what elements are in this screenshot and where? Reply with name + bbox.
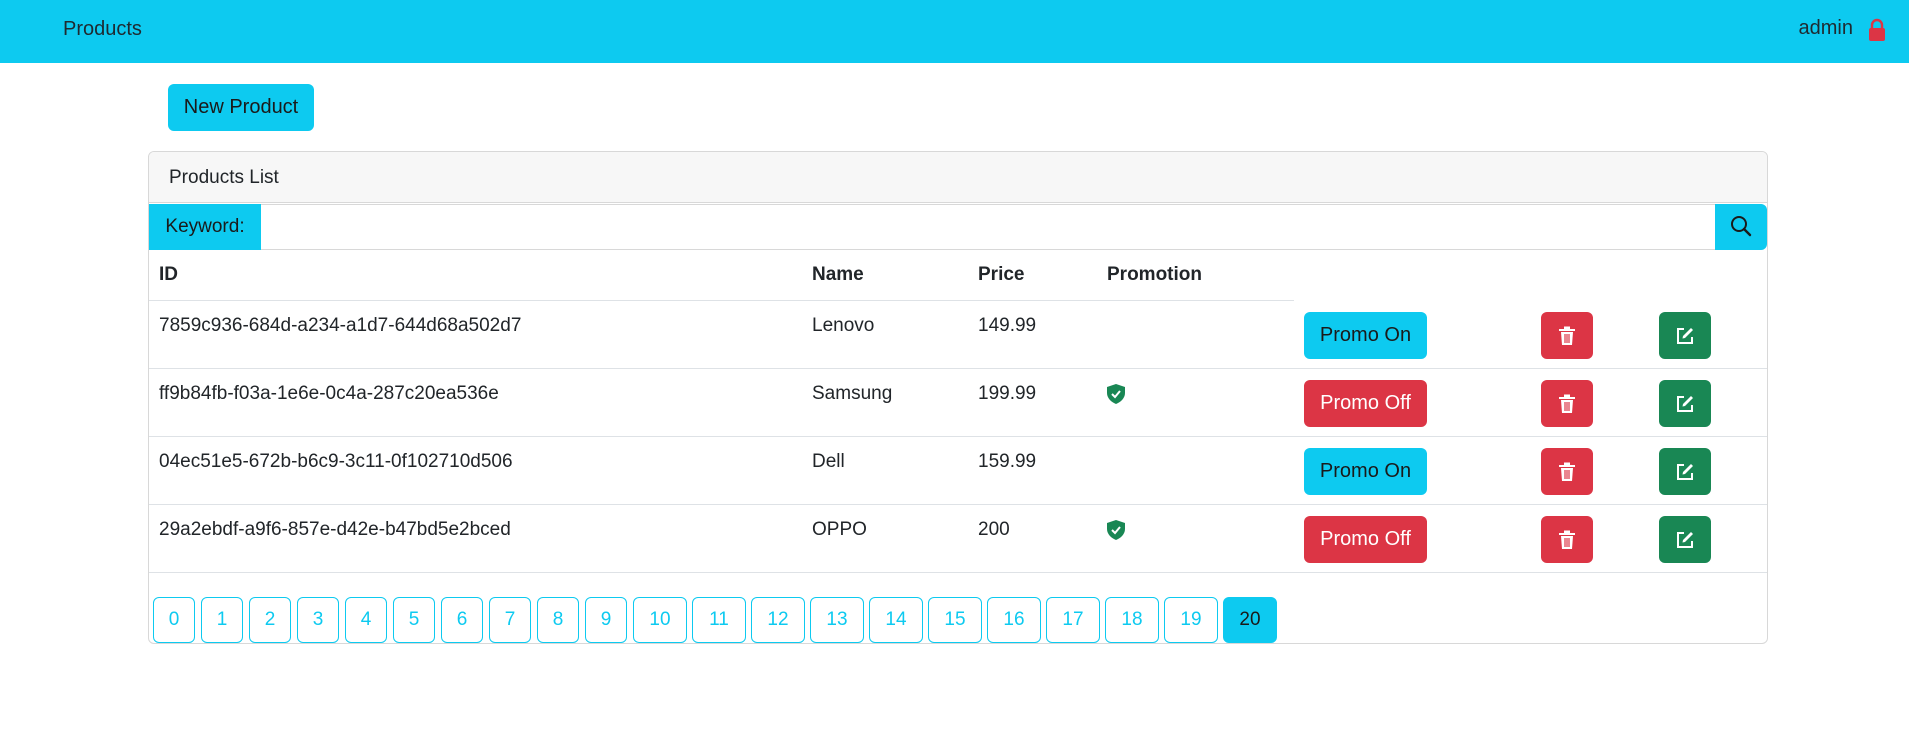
product-name: Lenovo [812, 315, 875, 336]
product-id: 29a2ebdf-a9f6-857e-d42e-b47bd5e2bced [159, 519, 511, 540]
promo-on-button[interactable]: Promo On [1304, 312, 1427, 359]
column-header-id: ID [159, 264, 178, 285]
card-title: Products List [149, 152, 1767, 203]
page-button[interactable]: 16 [987, 597, 1041, 643]
edit-icon [1677, 463, 1693, 480]
table-row: ff9b84fb-f03a-1e6e-0c4a-287c20ea536e Sam… [149, 369, 1767, 437]
delete-button[interactable] [1541, 380, 1593, 427]
edit-icon [1677, 327, 1693, 344]
edit-icon [1677, 531, 1693, 548]
page-button[interactable]: 5 [393, 597, 435, 643]
navbar-brand[interactable]: Products [63, 18, 142, 41]
trash-icon [1559, 530, 1575, 549]
product-price: 149.99 [978, 315, 1037, 336]
page-button[interactable]: 4 [345, 597, 387, 643]
top-navbar: Products admin [0, 0, 1909, 63]
product-price: 200 [978, 519, 1010, 540]
column-header-price: Price [978, 264, 1025, 285]
page-button[interactable]: 11 [692, 597, 746, 643]
page-button-current[interactable]: 20 [1223, 597, 1277, 643]
products-card: Products List Keyword: ID Name Price Pro… [148, 151, 1768, 644]
product-name: OPPO [812, 519, 867, 540]
page-button[interactable]: 12 [751, 597, 805, 643]
page-button[interactable]: 3 [297, 597, 339, 643]
table-row: 04ec51e5-672b-b6c9-3c11-0f102710d506 Del… [149, 437, 1767, 505]
column-header-name: Name [812, 264, 864, 285]
shield-check-icon [1107, 384, 1125, 404]
page-button[interactable]: 7 [489, 597, 531, 643]
username: admin [1798, 17, 1853, 39]
page-button[interactable]: 17 [1046, 597, 1100, 643]
page-button[interactable]: 9 [585, 597, 627, 643]
page-button[interactable]: 18 [1105, 597, 1159, 643]
edit-button[interactable] [1659, 312, 1711, 359]
search-button[interactable] [1715, 204, 1767, 250]
edit-button[interactable] [1659, 380, 1711, 427]
page-button[interactable]: 19 [1164, 597, 1218, 643]
delete-button[interactable] [1541, 516, 1593, 563]
page-button[interactable]: 14 [869, 597, 923, 643]
page-button[interactable]: 1 [201, 597, 243, 643]
keyword-input[interactable] [261, 204, 1716, 250]
page-button[interactable]: 2 [249, 597, 291, 643]
promo-off-button[interactable]: Promo Off [1304, 380, 1427, 427]
keyword-label: Keyword: [149, 204, 261, 250]
edit-icon [1677, 395, 1693, 412]
trash-icon [1559, 462, 1575, 481]
table-row: 29a2ebdf-a9f6-857e-d42e-b47bd5e2bced OPP… [149, 505, 1767, 573]
page-button[interactable]: 8 [537, 597, 579, 643]
table-row: 7859c936-684d-a234-a1d7-644d68a502d7 Len… [149, 301, 1767, 369]
page-button[interactable]: 10 [633, 597, 687, 643]
product-name: Samsung [812, 383, 893, 404]
promo-off-button[interactable]: Promo Off [1304, 516, 1427, 563]
page-button[interactable]: 6 [441, 597, 483, 643]
page-button[interactable]: 13 [810, 597, 864, 643]
edit-button[interactable] [1659, 516, 1711, 563]
product-id: 04ec51e5-672b-b6c9-3c11-0f102710d506 [159, 451, 513, 472]
trash-icon [1559, 326, 1575, 345]
page-button[interactable]: 15 [928, 597, 982, 643]
promo-on-button[interactable]: Promo On [1304, 448, 1427, 495]
delete-button[interactable] [1541, 448, 1593, 495]
lock-icon[interactable] [1867, 18, 1887, 42]
page-button[interactable]: 0 [153, 597, 195, 643]
product-price: 199.99 [978, 383, 1037, 404]
search-icon [1731, 215, 1752, 236]
product-price: 159.99 [978, 451, 1037, 472]
search-bar: Keyword: [149, 204, 1767, 250]
product-id: ff9b84fb-f03a-1e6e-0c4a-287c20ea536e [159, 383, 499, 404]
product-name: Dell [812, 451, 845, 472]
trash-icon [1559, 394, 1575, 413]
product-id: 7859c936-684d-a234-a1d7-644d68a502d7 [159, 315, 522, 336]
new-product-button[interactable]: New Product [168, 84, 314, 131]
delete-button[interactable] [1541, 312, 1593, 359]
edit-button[interactable] [1659, 448, 1711, 495]
column-header-promotion: Promotion [1107, 264, 1202, 285]
shield-check-icon [1107, 520, 1125, 540]
